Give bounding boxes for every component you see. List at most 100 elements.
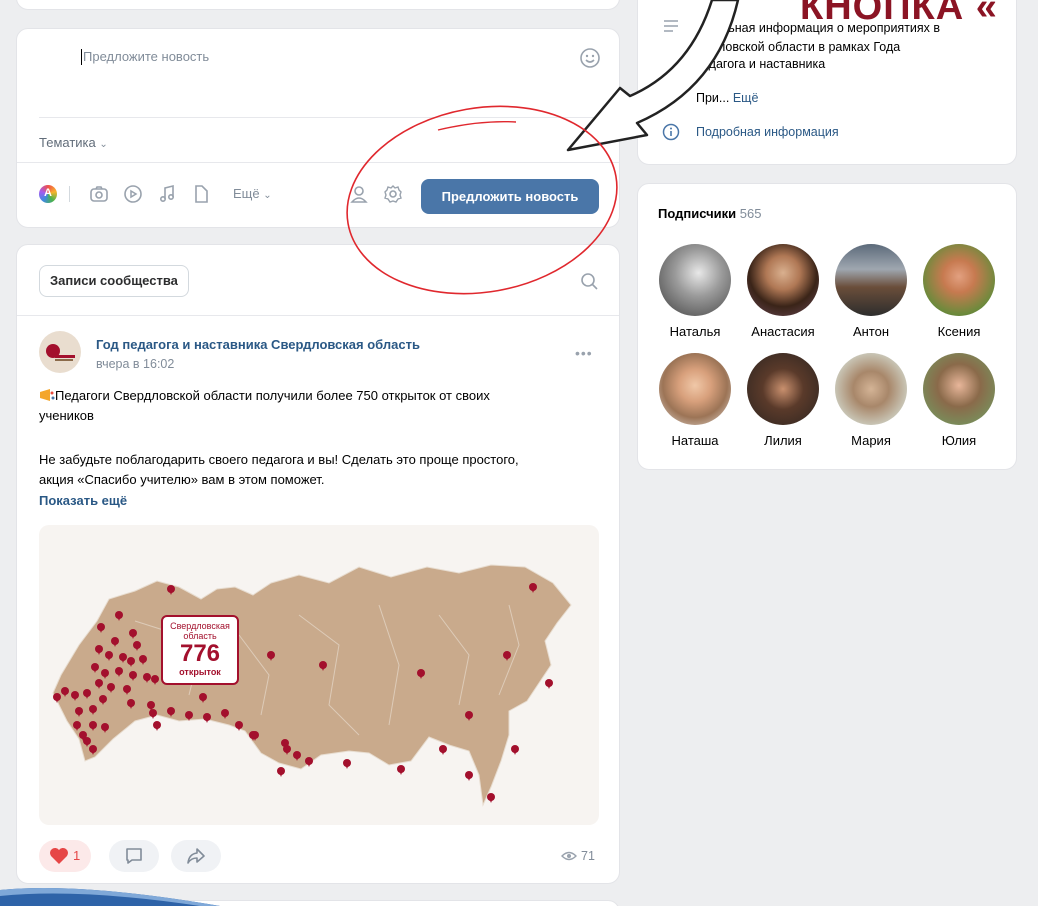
more-attachments[interactable]: Ещё ⌄ — [233, 186, 272, 201]
map-pin — [439, 745, 447, 755]
composer-input[interactable]: Предложите новость — [83, 49, 209, 64]
more-icon[interactable]: ••• — [575, 345, 593, 361]
map-label-bottom: открыток — [179, 667, 221, 677]
view-count: 71 — [581, 849, 595, 863]
chevron-down-icon: ⌄ — [263, 190, 272, 201]
share-icon — [187, 848, 205, 864]
map-pin — [277, 767, 285, 777]
submit-news-button[interactable]: Предложить новость — [421, 179, 599, 214]
subscriber-name[interactable]: Наталья — [655, 324, 735, 339]
subscriber-name[interactable]: Антон — [831, 324, 911, 339]
post-text-line: Не забудьте поблагодарить своего педагог… — [39, 452, 519, 467]
map-pin — [111, 637, 119, 647]
map-pin — [95, 645, 103, 655]
map-pin — [343, 759, 351, 769]
map-pin — [267, 651, 275, 661]
subscriber-name[interactable]: Наташа — [655, 433, 735, 448]
info-icon — [662, 123, 680, 141]
subscribers-count: 565 — [739, 206, 762, 221]
map-pin — [71, 691, 79, 701]
info-more-prefix: При... — [696, 91, 730, 105]
info-text-line: едагога и наставника — [702, 57, 826, 71]
map-pin — [105, 651, 113, 661]
palette-icon[interactable]: A — [39, 185, 57, 203]
avatar[interactable] — [835, 353, 907, 425]
map-pin — [101, 723, 109, 733]
map-pin — [305, 757, 313, 767]
map-pin — [199, 693, 207, 703]
video-icon[interactable] — [123, 184, 143, 204]
map-pin — [127, 657, 135, 667]
map-pin — [167, 585, 175, 595]
map-pin — [83, 689, 91, 699]
map-pin — [107, 683, 115, 693]
map-pin — [397, 765, 405, 775]
map-pin — [545, 679, 553, 689]
emoji-icon[interactable] — [579, 47, 601, 69]
info-more-link[interactable]: Ещё — [733, 91, 759, 105]
post-author[interactable]: Год педагога и наставника Свердловская о… — [96, 337, 420, 352]
toolbar-separator — [69, 186, 70, 202]
map-pin — [115, 611, 123, 621]
map-pin — [249, 731, 257, 741]
map-pin — [95, 679, 103, 689]
previous-card-edge — [16, 0, 620, 10]
map-pin — [235, 721, 243, 731]
map-pin — [319, 661, 327, 671]
details-link[interactable]: Подробная информация — [696, 125, 839, 139]
subscribers-card: Подписчики 565 Наталья Анастасия Антон К… — [637, 183, 1017, 470]
subscriber-name[interactable]: Ксения — [919, 324, 999, 339]
map-pin — [89, 705, 97, 715]
eye-icon — [561, 851, 577, 861]
subscriber-name[interactable]: Юлия — [919, 433, 999, 448]
avatar[interactable] — [659, 244, 731, 316]
subscribers-title-label: Подписчики — [658, 206, 737, 221]
camera-icon[interactable] — [89, 184, 109, 204]
post-image-map[interactable]: Свердловская область 776 открыток — [39, 525, 599, 825]
composer-divider-2 — [17, 162, 619, 163]
settings-icon[interactable] — [383, 184, 403, 204]
map-pin — [503, 651, 511, 661]
author-icon[interactable] — [349, 184, 369, 204]
post-time[interactable]: вчера в 16:02 — [96, 357, 174, 371]
map-label-top: Свердловская область — [170, 621, 230, 641]
map-pin — [61, 687, 69, 697]
map-pin — [89, 745, 97, 755]
topic-select[interactable]: Тематика ⌄ — [39, 135, 108, 150]
subscribers-title[interactable]: Подписчики 565 — [658, 206, 761, 221]
map-pin — [115, 667, 123, 677]
avatar[interactable] — [835, 244, 907, 316]
subscriber-name[interactable]: Мария — [831, 433, 911, 448]
map-pin — [119, 653, 127, 663]
music-icon[interactable] — [157, 184, 177, 204]
subscriber-name[interactable]: Анастасия — [743, 324, 823, 339]
map-pin — [487, 793, 495, 803]
avatar[interactable] — [747, 244, 819, 316]
map-pin — [465, 771, 473, 781]
comment-icon — [126, 848, 142, 864]
show-more-link[interactable]: Показать ещё — [39, 493, 127, 508]
map-pin — [153, 721, 161, 731]
search-icon[interactable] — [579, 271, 599, 291]
avatar[interactable] — [923, 353, 995, 425]
map-pin — [139, 655, 147, 665]
map-pin — [511, 745, 519, 755]
share-button[interactable] — [171, 840, 221, 872]
document-icon[interactable] — [191, 184, 211, 204]
avatar[interactable] — [747, 353, 819, 425]
subscriber-name[interactable]: Лилия — [743, 433, 823, 448]
heart-icon — [50, 848, 68, 864]
news-composer: Предложите новость Тематика ⌄ A Ещё ⌄ Пр… — [16, 28, 620, 228]
comment-button[interactable] — [109, 840, 159, 872]
map-pin — [75, 707, 83, 717]
post-emoji — [39, 388, 55, 402]
community-avatar[interactable] — [39, 331, 81, 373]
topic-label: Тематика — [39, 135, 96, 150]
like-button[interactable]: 1 — [39, 840, 91, 872]
avatar[interactable] — [923, 244, 995, 316]
map-pin — [129, 671, 137, 681]
map-pin — [73, 721, 81, 731]
tab-community-posts[interactable]: Записи сообщества — [39, 265, 189, 297]
avatar[interactable] — [659, 353, 731, 425]
map-pin — [417, 669, 425, 679]
